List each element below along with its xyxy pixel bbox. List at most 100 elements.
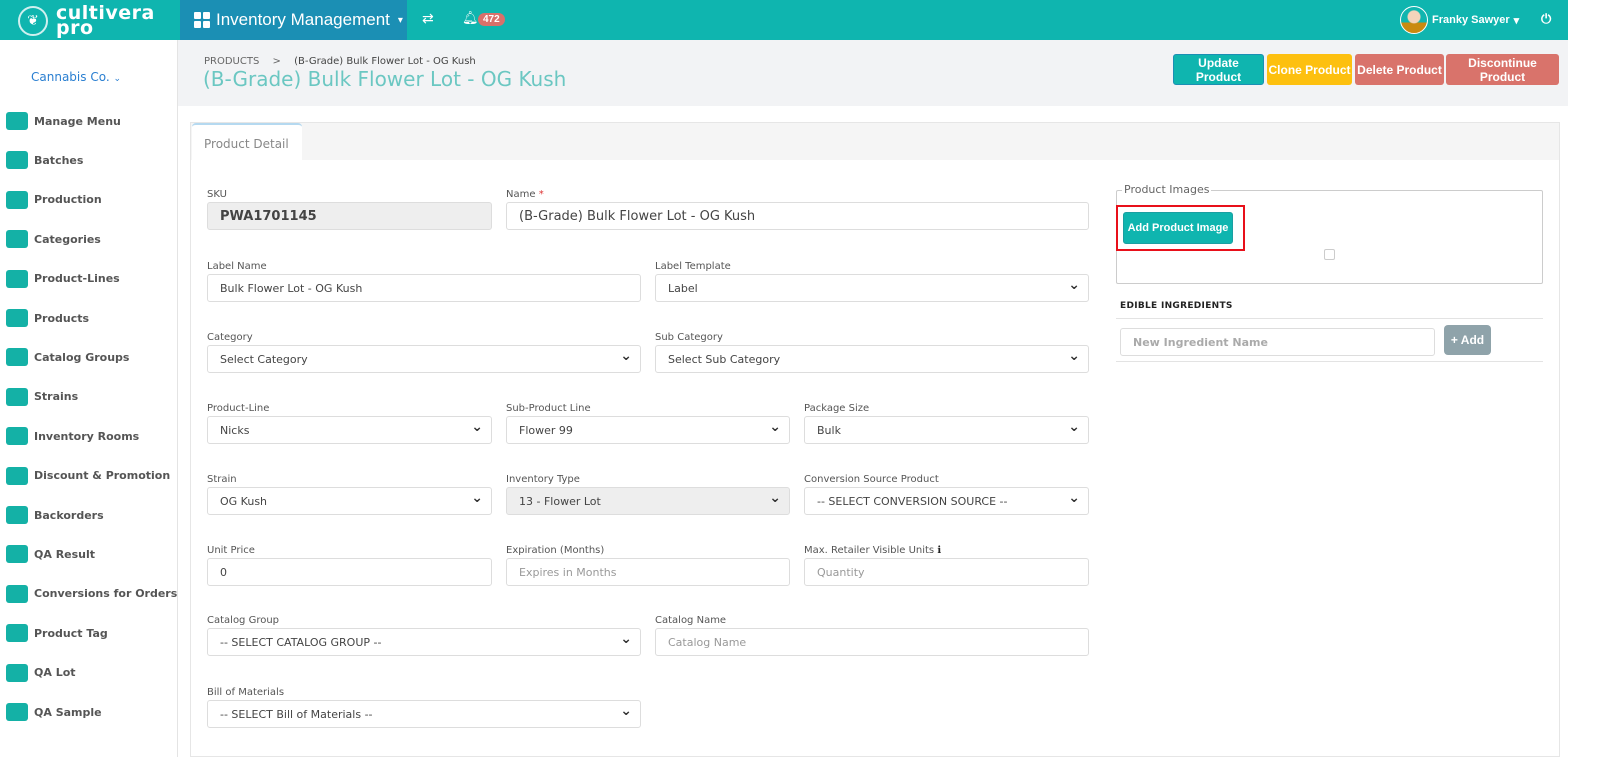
category-select[interactable]: Select Category <box>207 345 641 373</box>
max-units-input[interactable]: Quantity <box>804 558 1089 586</box>
company-selector[interactable]: Cannabis Co. ⌄ <box>31 70 121 84</box>
sidebar-item-label: QA Result <box>34 547 96 561</box>
sidebar-item-products[interactable]: Products <box>6 307 89 329</box>
label-text: SKU <box>207 189 227 200</box>
bell-icon[interactable]: 🔔︎ <box>462 11 479 26</box>
sidebar-item-discount-promotion[interactable]: Discount & Promotion <box>6 465 170 487</box>
backorder-icon <box>6 506 28 524</box>
clone-product-button[interactable]: Clone Product <box>1267 54 1352 85</box>
module-dropdown[interactable]: Inventory Management ▾ <box>180 0 407 40</box>
power-icon[interactable]: ⏻ <box>1541 12 1551 27</box>
tag-icon <box>6 624 28 643</box>
label-name-input[interactable]: Bulk Flower Lot - OG Kush <box>207 274 641 302</box>
bom-select[interactable]: -- SELECT Bill of Materials -- <box>207 700 641 728</box>
discontinue-product-button[interactable]: Discontinue Product <box>1446 54 1559 85</box>
sidebar-item-strains[interactable]: Strains <box>6 386 78 408</box>
breadcrumb-root[interactable]: PRODUCTS <box>204 56 259 67</box>
catalog-group-select[interactable]: -- SELECT CATALOG GROUP -- <box>207 628 641 656</box>
expiration-label: Expiration (Months) <box>506 545 604 556</box>
sidebar-item-catalog-groups[interactable]: Catalog Groups <box>6 346 129 368</box>
sidebar-item-product-tag[interactable]: Product Tag <box>6 622 108 644</box>
strain-select[interactable]: OG Kush <box>207 487 492 515</box>
tab-product-detail[interactable]: Product Detail <box>192 123 302 161</box>
divider <box>1116 318 1543 319</box>
info-icon[interactable]: ℹ <box>934 545 941 556</box>
sub-product-line-select[interactable]: Flower 99 <box>506 416 790 444</box>
sidebar-item-label: QA Sample <box>34 705 102 719</box>
label-text: Bill of Materials <box>207 687 285 698</box>
package-size-select[interactable]: Bulk <box>804 416 1089 444</box>
sidebar-item-manage-menu[interactable]: Manage Menu <box>6 110 121 132</box>
breadcrumb: PRODUCTS > (B-Grade) Bulk Flower Lot - O… <box>204 56 476 67</box>
production-icon <box>6 190 28 209</box>
sidebar-item-production[interactable]: Production <box>6 189 102 211</box>
ingredient-name-input[interactable]: New Ingredient Name <box>1120 328 1435 356</box>
sub-category-select[interactable]: Select Sub Category <box>655 345 1089 373</box>
catalog-name-label: Catalog Name <box>655 615 726 626</box>
label-text: Conversion Source Product <box>804 474 939 485</box>
user-menu[interactable]: Franky Sawyer ▾ <box>1400 6 1519 34</box>
menu-book-icon <box>6 112 28 130</box>
module-label: Inventory Management <box>216 10 390 29</box>
image-checkbox[interactable] <box>1324 249 1335 260</box>
sidebar-item-categories[interactable]: Categories <box>6 228 101 250</box>
catalog-icon <box>6 348 28 367</box>
sidebar-item-label: Conversions for Orders <box>34 587 178 601</box>
inventory-type-select[interactable]: 13 - Flower Lot <box>506 487 790 515</box>
sidebar-item-label: QA Lot <box>34 666 76 680</box>
tags-icon <box>6 466 28 485</box>
grid-icon <box>6 309 28 327</box>
label-text: Catalog Name <box>655 615 727 626</box>
batches-icon <box>6 151 28 170</box>
add-ingredient-button[interactable]: + Add <box>1444 325 1491 355</box>
flask-icon <box>6 703 28 721</box>
sidebar-item-label: Product Tag <box>34 626 108 640</box>
unit-price-input[interactable]: 0 <box>207 558 492 586</box>
label-text: Name <box>506 189 536 200</box>
label-text: Sub Category <box>655 332 723 343</box>
label-text: Catalog Group <box>207 615 280 626</box>
sidebar-item-qa-lot[interactable]: QA Lot <box>6 662 76 684</box>
delete-product-button[interactable]: Delete Product <box>1355 54 1444 85</box>
required-marker: * <box>538 189 544 200</box>
product-line-select[interactable]: Nicks <box>207 416 492 444</box>
grid-icon <box>194 12 210 28</box>
name-label: Name * <box>506 189 544 200</box>
sidebar-item-backorders[interactable]: Backorders <box>6 504 104 526</box>
inventory-type-label: Inventory Type <box>506 474 580 485</box>
add-product-image-button[interactable]: Add Product Image <box>1123 212 1233 244</box>
sub-product-line-label: Sub-Product Line <box>506 403 591 414</box>
sidebar-item-inventory-rooms[interactable]: Inventory Rooms <box>6 425 139 447</box>
swap-icon[interactable]: ⇄ <box>422 11 434 27</box>
sku-input[interactable]: PWA1701145 <box>207 202 492 230</box>
sidebar-item-product-lines[interactable]: Product-Lines <box>6 268 120 290</box>
sidebar-item-batches[interactable]: Batches <box>6 149 83 171</box>
notification-badge[interactable]: 472 <box>478 13 505 26</box>
logo-icon: ❦ <box>18 6 48 36</box>
caret-down-icon: ▾ <box>1513 14 1520 27</box>
catalog-name-input[interactable]: Catalog Name <box>655 628 1089 656</box>
breadcrumb-separator: > <box>272 56 281 67</box>
sidebar-item-qa-sample[interactable]: QA Sample <box>6 701 102 723</box>
avatar <box>1400 6 1428 34</box>
label-text: Sub-Product Line <box>506 403 591 414</box>
conversion-source-label: Conversion Source Product <box>804 474 939 485</box>
rooms-icon <box>6 427 28 446</box>
expiration-input[interactable]: Expires in Months <box>506 558 790 586</box>
car-icon <box>6 387 28 406</box>
sidebar-item-conversions-for-orders[interactable]: Conversions for Orders <box>6 583 177 605</box>
caret-down-icon: ▾ <box>397 14 403 26</box>
label-text: Strain <box>207 474 237 485</box>
conversion-source-select[interactable]: -- SELECT CONVERSION SOURCE -- <box>804 487 1089 515</box>
sidebar-item-label: Manage Menu <box>34 114 121 128</box>
sidebar-item-label: Categories <box>34 232 101 246</box>
edible-ingredients-title: EDIBLE INGREDIENTS <box>1120 301 1233 311</box>
product-images-legend: Product Images <box>1122 183 1212 196</box>
name-input[interactable]: (B-Grade) Bulk Flower Lot - OG Kush <box>506 202 1089 230</box>
package-size-label: Package Size <box>804 403 869 414</box>
label-template-select[interactable]: Label <box>655 274 1089 302</box>
sidebar-item-qa-result[interactable]: QA Result <box>6 543 95 565</box>
cultivera-logo[interactable]: ❦ cultivera pro <box>18 4 155 38</box>
label-template-label: Label Template <box>655 261 731 272</box>
update-product-button[interactable]: Update Product <box>1173 54 1264 85</box>
